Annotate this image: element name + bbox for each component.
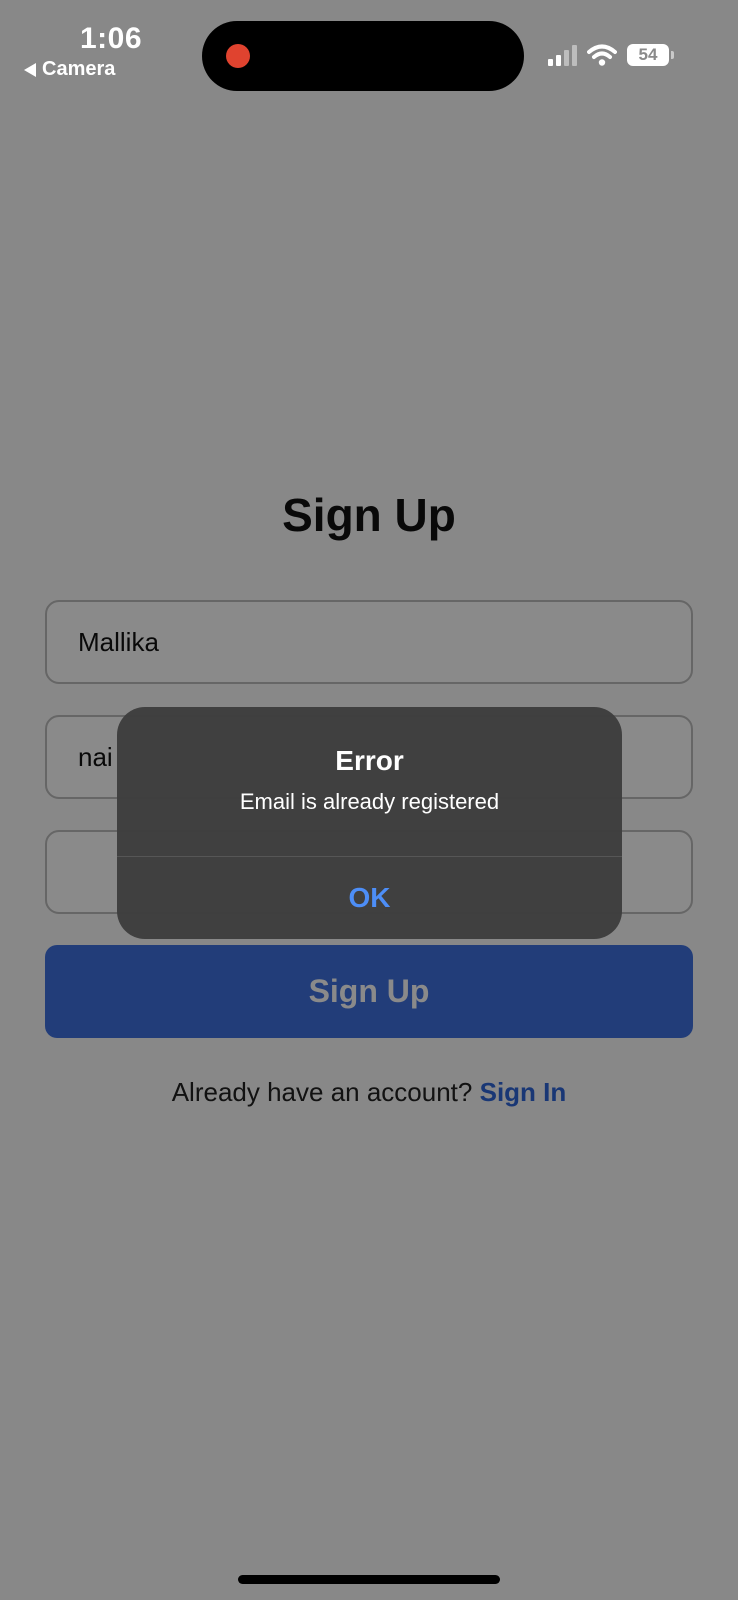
battery-level: 54	[638, 45, 658, 64]
back-to-camera-label: Camera	[42, 58, 116, 80]
alert-ok-button[interactable]: OK	[117, 857, 622, 939]
battery-icon: 54	[627, 44, 674, 66]
recording-dot-icon	[226, 44, 250, 68]
back-to-camera[interactable]: Camera	[24, 58, 115, 81]
signal-icon	[548, 44, 577, 66]
error-alert: Error Email is already registered OK	[117, 707, 622, 939]
dynamic-island	[202, 21, 524, 91]
status-time: 1:06	[80, 22, 143, 55]
alert-message: Email is already registered	[239, 789, 500, 814]
home-indicator[interactable]	[238, 1575, 500, 1584]
wifi-icon	[587, 44, 617, 66]
status-icons: 54	[548, 40, 674, 70]
alert-title: Error	[335, 745, 404, 776]
back-arrow-icon	[24, 62, 36, 77]
